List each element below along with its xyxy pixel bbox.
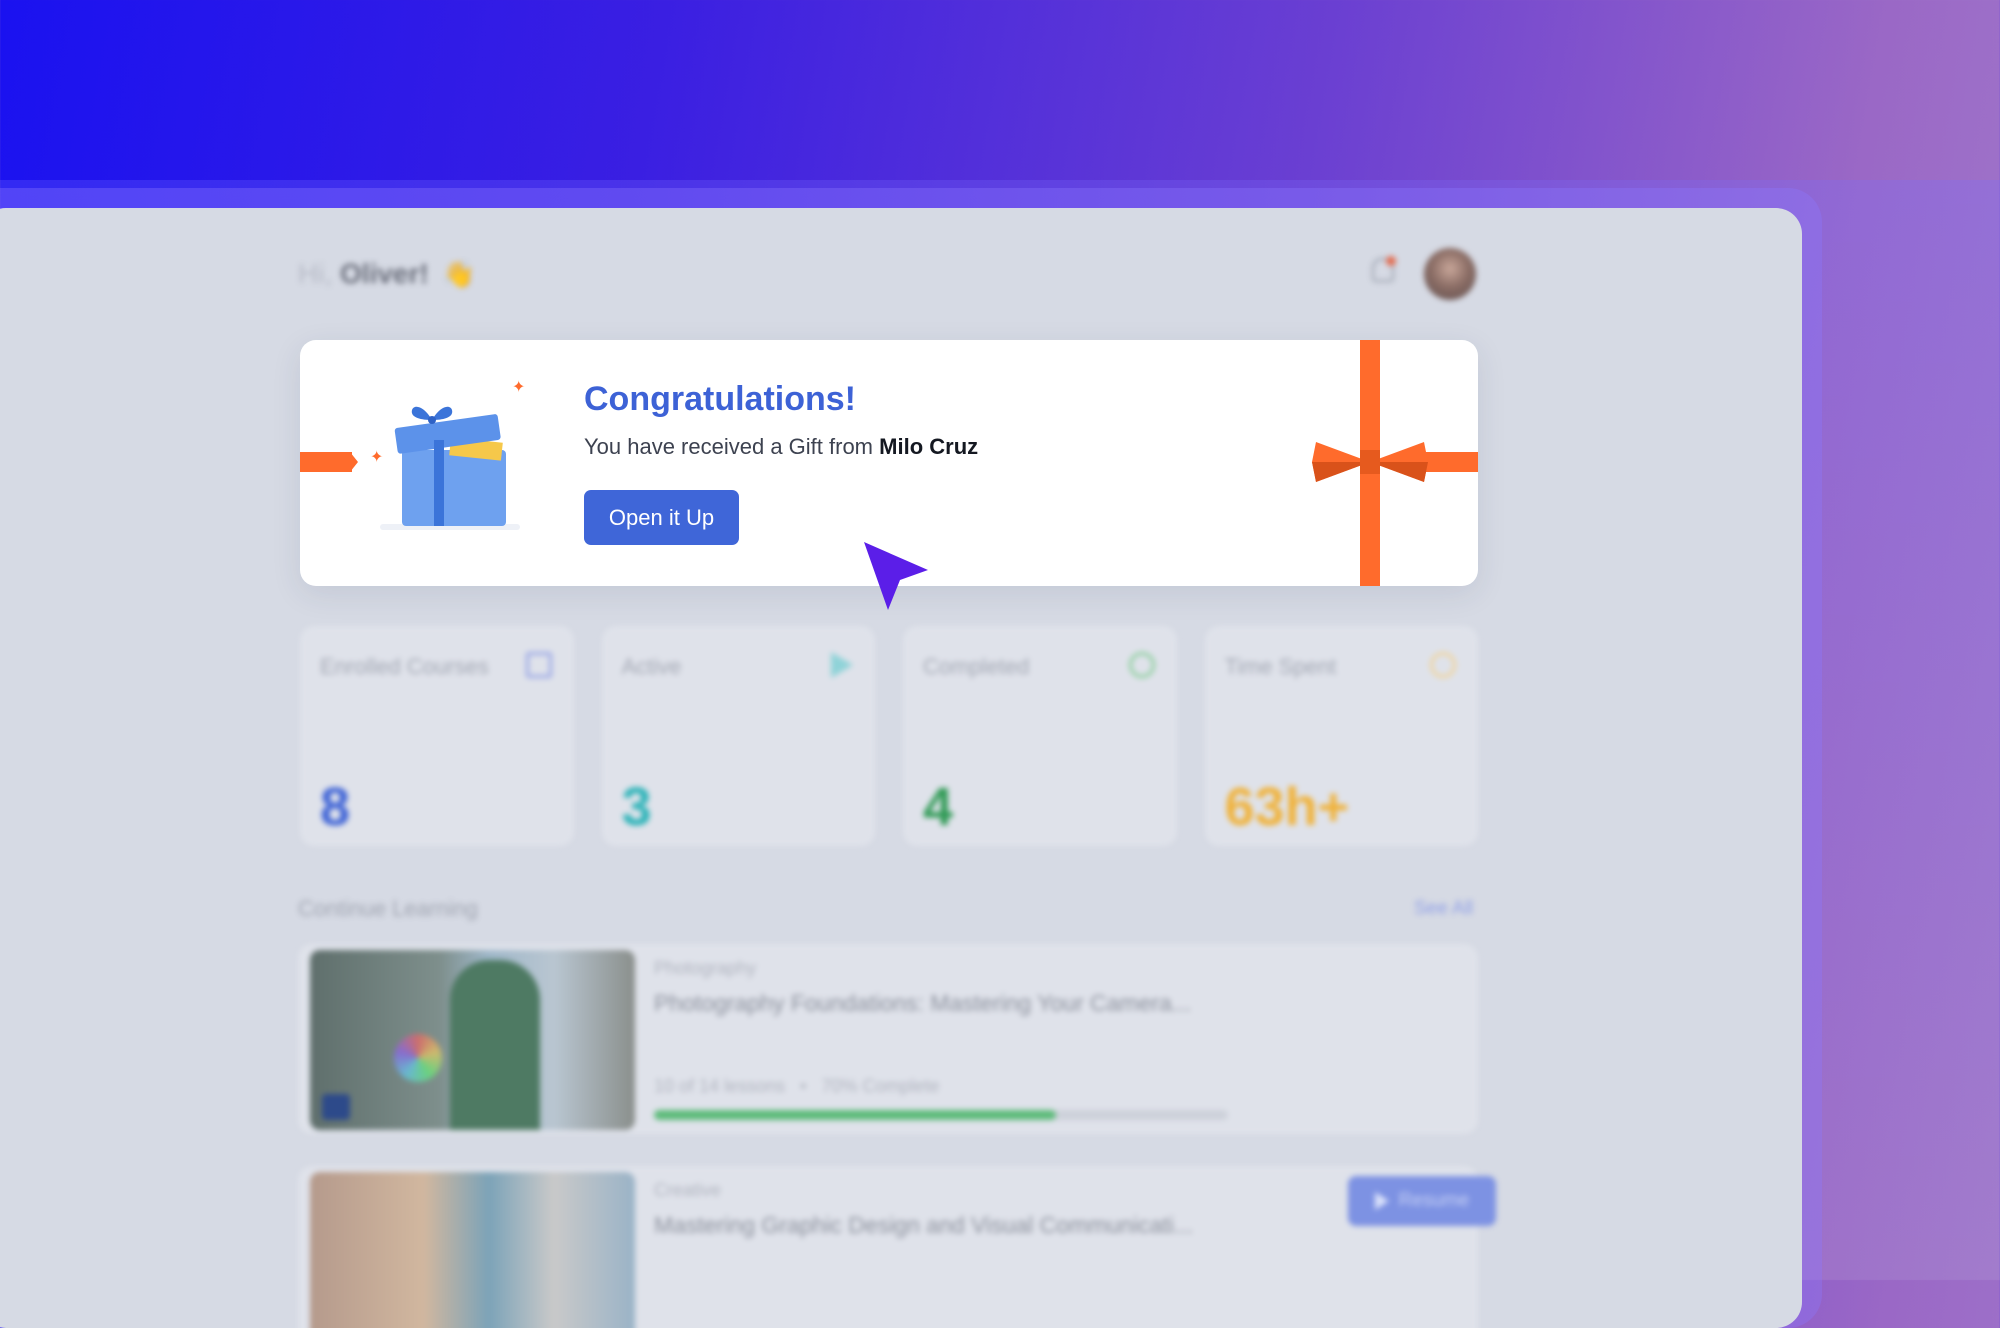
see-all-link[interactable]: See All [1414, 898, 1473, 920]
progress-fill [654, 1110, 1056, 1120]
course-meta: 10 of 14 lessons • 70% Complete [654, 1076, 940, 1097]
course-card[interactable]: Creative Mastering Graphic Design and Vi… [298, 1166, 1496, 1328]
completion-text: 70% Complete [821, 1076, 940, 1096]
stat-card-active: Active 3 [601, 626, 875, 846]
gift-band-icon [434, 440, 444, 526]
stat-value: 4 [923, 777, 954, 837]
course-title: Photography Foundations: Mastering Your … [654, 990, 1191, 1016]
course-category: Photography [654, 958, 757, 978]
greeting-prefix: Hi, [298, 258, 333, 289]
course-title: Mastering Graphic Design and Visual Comm… [654, 1212, 1194, 1238]
stat-label: Active [621, 654, 682, 679]
stat-label: Completed [923, 654, 1030, 679]
cursor-arrow-icon [864, 542, 928, 610]
stats-row: Enrolled Courses 8 Active 3 Completed 4 … [300, 626, 1478, 846]
resume-button[interactable]: Resume [1348, 1176, 1496, 1226]
book-icon [525, 652, 552, 678]
course-card[interactable]: Photography Photography Foundations: Mas… [298, 944, 1478, 1134]
open-gift-button[interactable]: Open it Up [584, 490, 739, 545]
lessons-count: 10 of 14 lessons [654, 1076, 786, 1096]
gift-sender: Milo Cruz [879, 434, 979, 459]
course-category: Creative [654, 1180, 722, 1200]
instructor-photo [450, 960, 540, 1130]
course-thumbnail [310, 1172, 635, 1328]
stat-card-time-spent: Time Spent 63h+ [1204, 626, 1478, 846]
progress-bar [654, 1110, 1228, 1120]
gift-message-prefix: You have received a Gift from [584, 434, 874, 459]
stat-card-enrolled: Enrolled Courses 8 [300, 626, 574, 846]
ribbon-left [300, 452, 358, 472]
play-icon [1374, 1192, 1389, 1210]
wave-icon: 👋 [442, 259, 475, 289]
clock-icon [1430, 652, 1456, 678]
gift-box-icon [402, 450, 506, 526]
section-title: Continue Learning [298, 896, 478, 921]
meta-separator: • [800, 1076, 807, 1096]
course-thumbnail [310, 950, 635, 1130]
stat-card-completed: Completed 4 [903, 626, 1177, 846]
gift-message: You have received a Gift from Milo Cruz [584, 434, 978, 460]
color-wheel-image [394, 1034, 442, 1082]
bell-icon[interactable] [1372, 256, 1396, 282]
sparkle-icon: ✦ [370, 449, 384, 466]
stat-label: Enrolled Courses [320, 654, 489, 679]
ribbon-bow-icon [1312, 442, 1428, 482]
notification-dot [1386, 256, 1396, 266]
sparkle-icon: ✦ [512, 379, 526, 396]
app-badge-icon [322, 1094, 350, 1120]
congrats-title: Congratulations! [584, 380, 856, 418]
user-name: Oliver! [340, 258, 429, 289]
stat-value: 3 [621, 777, 652, 837]
stat-value: 63h+ [1224, 777, 1350, 837]
stat-value: 8 [320, 777, 351, 837]
check-circle-icon [1128, 652, 1155, 678]
gift-bow-icon [411, 406, 453, 424]
resume-label: Resume [1398, 1190, 1470, 1211]
stat-label: Time Spent [1224, 654, 1337, 679]
avatar[interactable] [1424, 248, 1476, 300]
greeting: Hi, Oliver! 👋 [298, 258, 475, 290]
play-icon [831, 652, 853, 678]
